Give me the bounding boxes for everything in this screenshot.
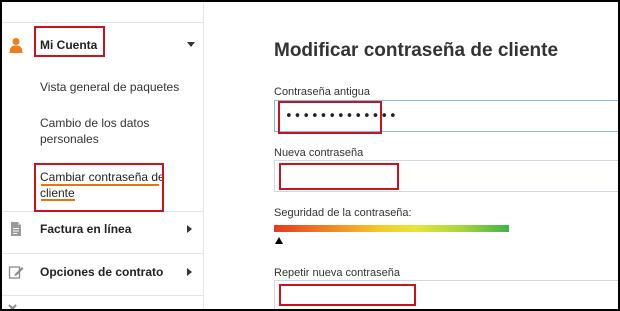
new-password-label: Nueva contraseña bbox=[274, 147, 364, 159]
highlight-box bbox=[34, 163, 164, 212]
main-content: Modificar contraseña de cliente Contrase… bbox=[204, 2, 618, 309]
password-strength-label: Seguridad de la contraseña: bbox=[274, 207, 412, 219]
highlight-box bbox=[278, 101, 382, 134]
tools-icon bbox=[8, 304, 17, 309]
highlight-box bbox=[34, 26, 105, 57]
sidebar-divider bbox=[2, 295, 204, 296]
strength-marker-icon bbox=[275, 237, 283, 244]
sidebar-subitem-vista-general[interactable]: Vista general de paquetes bbox=[40, 79, 190, 95]
sidebar-subitem-cambio-datos[interactable]: Cambio de los datos personales bbox=[40, 115, 160, 147]
sidebar-item-label: Opciones de contrato bbox=[40, 265, 164, 279]
chevron-down-icon[interactable] bbox=[187, 42, 195, 47]
screenshot-frame: Mi Cuenta Vista general de paquetes Camb… bbox=[0, 0, 620, 311]
repeat-password-label: Repetir nueva contraseña bbox=[274, 267, 400, 279]
page-title: Modificar contraseña de cliente bbox=[274, 40, 559, 61]
edit-icon bbox=[8, 266, 24, 279]
chevron-right-icon[interactable] bbox=[187, 268, 192, 276]
sidebar-item-opciones-contrato[interactable]: Opciones de contrato bbox=[2, 257, 204, 287]
old-password-label: Contraseña antigua bbox=[274, 86, 371, 98]
document-icon bbox=[11, 222, 21, 236]
sidebar-divider bbox=[2, 22, 204, 23]
highlight-box bbox=[279, 284, 416, 306]
highlight-box bbox=[279, 163, 399, 190]
sidebar-divider bbox=[2, 253, 204, 254]
user-icon bbox=[9, 38, 23, 53]
sidebar-item-label: Factura en línea bbox=[40, 222, 132, 236]
sidebar-item-factura[interactable]: Factura en línea bbox=[2, 214, 204, 244]
chevron-right-icon[interactable] bbox=[187, 225, 192, 233]
password-strength-bar bbox=[274, 225, 509, 232]
